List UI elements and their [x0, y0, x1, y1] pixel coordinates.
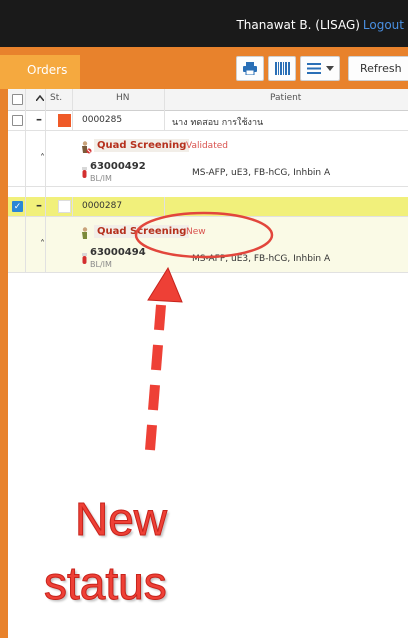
arrow-head: [147, 266, 183, 303]
column-header-hn[interactable]: HN: [116, 93, 130, 103]
menu-icon: [306, 63, 321, 74]
test-name: Quad Screening: [94, 139, 190, 152]
test-name: Quad Screening: [94, 225, 190, 238]
table-header: St. HN Patient: [8, 89, 408, 111]
pregnant-user-icon: [80, 227, 92, 243]
specimen-type: BL/IM: [90, 174, 112, 183]
menu-dropdown-button[interactable]: [300, 56, 340, 81]
select-all-checkbox[interactable]: [12, 94, 23, 105]
tube-icon: [82, 253, 87, 267]
left-accent-bar: [0, 89, 8, 638]
user-name: Thanawat B. (LISAG): [236, 18, 360, 32]
caret-down-icon: [325, 66, 334, 71]
test-status: New: [186, 227, 206, 237]
collapse-toggle[interactable]: –: [36, 198, 42, 212]
toolbar: Orders Refresh: [0, 47, 408, 89]
lab-number[interactable]: 63000494: [90, 247, 146, 258]
pregnant-user-icon: [80, 141, 92, 157]
print-button[interactable]: [236, 56, 264, 81]
tube-icon: [82, 167, 87, 181]
annotation-label-new: New: [74, 493, 168, 546]
column-header-patient[interactable]: Patient: [270, 93, 301, 103]
specimen-type: BL/IM: [90, 260, 112, 269]
test-list: MS-AFP, uE3, FB-hCG, Inhbin A: [192, 168, 331, 178]
lab-number[interactable]: 63000492: [90, 161, 146, 172]
test-status: Validated: [186, 141, 228, 151]
table-row[interactable]: – 0000285 นาง ทดสอบ การใช้งาน: [8, 111, 408, 131]
patient-cell: นาง ทดสอบ การใช้งาน: [172, 118, 264, 128]
order-detail: ˄ Quad Screening New 63000494 BL/IM MS-A…: [8, 217, 408, 273]
status-indicator: [58, 114, 71, 127]
test-list: MS-AFP, uE3, FB-hCG, Inhbin A: [192, 254, 331, 264]
table-row-selected[interactable]: ✓ – 0000287: [8, 197, 408, 217]
barcode-button[interactable]: [268, 56, 296, 81]
logout-link[interactable]: Logout: [363, 18, 404, 32]
row-checkbox[interactable]: [12, 115, 23, 126]
row-checkbox-checked[interactable]: ✓: [12, 201, 23, 212]
barcode-icon: [274, 62, 290, 75]
tab-orders[interactable]: Orders: [0, 55, 80, 89]
top-bar: Thanawat B. (LISAG) Logout: [0, 0, 408, 47]
order-detail: ˄ Quad Screening Validated 63000492 BL/I…: [8, 131, 408, 187]
refresh-button[interactable]: Refresh: [348, 56, 408, 81]
print-icon: [243, 62, 257, 75]
annotation-label-status: status: [44, 557, 168, 610]
dashed-arrow: [145, 304, 166, 451]
status-indicator: [58, 200, 71, 213]
sort-up-icon[interactable]: [35, 93, 45, 104]
hn-cell: 0000285: [82, 115, 123, 125]
collapse-toggle[interactable]: –: [36, 112, 42, 126]
hn-cell: 0000287: [82, 201, 123, 211]
column-header-status[interactable]: St.: [50, 93, 62, 103]
